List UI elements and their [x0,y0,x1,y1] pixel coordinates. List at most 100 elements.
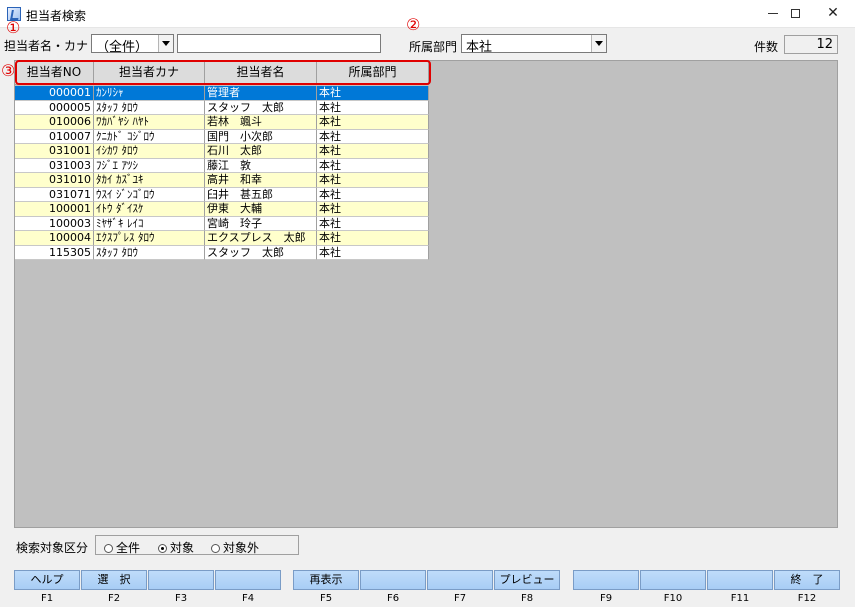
fkey-f5-button[interactable]: 再表示 [293,570,359,590]
radio-non-target[interactable]: 対象外 [211,539,259,556]
radio-target[interactable]: 対象 [158,539,194,556]
filter-radio-group: 全件 対象 対象外 [95,535,299,555]
table-row[interactable]: 031010 ﾀｶｲ ｶｽﾞﾕｷ 高井 和幸 本社 [15,173,429,188]
dept-value: 本社 [466,40,493,55]
cell-dept: 本社 [317,187,429,202]
cell-kana: ｳｽｲ ｼﾞﾝｺﾞﾛｳ [94,187,205,202]
table-row[interactable]: 100003 ﾐﾔｻﾞｷ ﾚｲｺ 宮崎 玲子 本社 [15,216,429,231]
table-row[interactable]: 031001 ｲｼｶﾜ ﾀﾛｳ 石川 太郎 本社 [15,144,429,159]
table-row[interactable]: 100004 ｴｸｽﾌﾟﾚｽ ﾀﾛｳ エクスプレス 太郎 本社 [15,231,429,246]
fkey-f8-button[interactable]: プレビュー [494,570,560,590]
fkey-f3-button[interactable] [148,570,214,590]
title-bar: 担当者検索 ✕ [0,0,855,28]
cell-dept: 本社 [317,202,429,217]
cell-name: エクスプレス 太郎 [205,231,317,246]
close-icon: ✕ [827,5,839,21]
chevron-down-icon[interactable] [158,35,173,52]
header-highlight-box [15,60,431,85]
fkey-f12-button[interactable]: 終 了 [774,570,840,590]
fkey-f9-label: F9 [599,593,613,604]
radio-all-dot [104,544,113,553]
radio-all-label: 全件 [116,541,141,555]
table-row[interactable]: 115305 ｽﾀｯﾌ ﾀﾛｳ スタッフ 太郎 本社 [15,245,429,260]
fkey-f1-label: F1 [40,593,54,604]
table-row[interactable]: 031003 ﾌｼﾞｴ ｱﾂｼ 藤江 敦本社 [15,158,429,173]
grid-body: 000001 ｶﾝﾘｼｬ 管理者 本社 000005 ｽﾀｯﾌ ﾀﾛｳ スタッフ 太郎 本社 0… [15,86,429,260]
fkey-f10-button[interactable] [640,570,706,590]
radio-non-target-label: 対象外 [223,541,260,555]
fkey-f7-button[interactable] [427,570,493,590]
name-search-input[interactable] [177,34,381,53]
results-grid[interactable]: 担当者NO 担当者カナ 担当者名 所属部門 000001 ｶﾝﾘｼｬ 管理者 本社 00… [14,60,838,528]
maximize-icon [791,9,800,18]
cell-no: 100003 [15,216,94,231]
cell-kana: ｽﾀｯﾌ ﾀﾛｳ [94,100,205,115]
cell-name: スタッフ 太郎 [205,245,317,260]
name-mode-value: （全件） [96,40,149,55]
cell-name: 高井 和幸 [205,173,317,188]
cell-no: 000005 [15,100,94,115]
cell-name: スタッフ 太郎 [205,100,317,115]
fkey-f4-button[interactable] [215,570,281,590]
radio-all[interactable]: 全件 [104,539,140,556]
cell-no: 031001 [15,144,94,159]
cell-name: 宮崎 玲子 [205,216,317,231]
cell-kana: ｸﾆｶﾄﾞ ｺｼﾞﾛｳ [94,129,205,144]
count-value: 12 [784,35,838,54]
chevron-down-icon[interactable] [591,35,606,52]
fkey-f8-label: F8 [520,593,534,604]
marker-2: ② [406,15,421,34]
cell-kana: ﾌｼﾞｴ ｱﾂｼ [94,158,205,173]
table-row[interactable]: 010006 ﾜｶﾊﾞﾔｼ ﾊﾔﾄ 若林 颯斗 本社 [15,115,429,130]
filter-label: 検索対象区分 [16,541,89,555]
fkey-f5-label: F5 [319,593,333,604]
table-row[interactable]: 000005 ｽﾀｯﾌ ﾀﾛｳ スタッフ 太郎 本社 [15,100,429,115]
count-label: 件数 [754,40,779,54]
cell-name: 若林 颯斗 [205,115,317,130]
marker-1: ① [6,18,21,37]
cell-no: 000001 [15,86,94,101]
window-title: 担当者検索 [26,9,87,23]
fkey-f12-label: F12 [797,593,817,604]
fkey-f11-label: F11 [730,593,750,604]
fkey-f9-button[interactable] [573,570,639,590]
cell-dept: 本社 [317,100,429,115]
cell-dept: 本社 [317,245,429,260]
cell-dept: 本社 [317,173,429,188]
table-row[interactable]: 100001 ｲﾄｳ ﾀﾞｲｽｹ 伊東 大輔 本社 [15,202,429,217]
fkey-f6-button[interactable] [360,570,426,590]
cell-no: 031071 [15,187,94,202]
fkey-f11-button[interactable] [707,570,773,590]
name-mode-select[interactable]: （全件） [91,34,174,55]
cell-kana: ｲﾄｳ ﾀﾞｲｽｹ [94,202,205,217]
cell-name: 藤江 敦 [205,158,317,173]
cell-name: 国門 小次郎 [205,129,317,144]
fkey-f2-label: F2 [107,593,121,604]
cell-dept: 本社 [317,115,429,130]
fkey-f1-button[interactable]: ヘルプ [14,570,80,590]
cell-dept: 本社 [317,158,429,173]
cell-kana: ｶﾝﾘｼｬ [94,86,205,101]
cell-name: 臼井 甚五郎 [205,187,317,202]
fkey-f2-button[interactable]: 選 択 [81,570,147,590]
table-row[interactable]: 031071 ｳｽｲ ｼﾞﾝｺﾞﾛｳ 臼井 甚五郎 本社 [15,187,429,202]
cell-name: 石川 太郎 [205,144,317,159]
cell-no: 100001 [15,202,94,217]
function-key-bar: ヘルプ F1 選 択 F2 F3 F4 再表示 F5 F6 F7 プレビュー F8 F9 F10 F11 終 … [14,570,842,607]
table-row[interactable]: 000001 ｶﾝﾘｼｬ 管理者 本社 [15,86,429,101]
close-button[interactable]: ✕ [811,0,855,28]
cell-dept: 本社 [317,216,429,231]
cell-kana: ｲｼｶﾜ ﾀﾛｳ [94,144,205,159]
radio-target-dot [158,544,167,553]
cell-dept: 本社 [317,129,429,144]
dept-label: 所属部門 [409,40,458,54]
table-row[interactable]: 010007 ｸﾆｶﾄﾞ ｺｼﾞﾛｳ 国門 小次郎 本社 [15,129,429,144]
dept-select[interactable]: 本社 [461,34,607,55]
cell-no: 010006 [15,115,94,130]
fkey-f10-label: F10 [663,593,683,604]
cell-kana: ﾀｶｲ ｶｽﾞﾕｷ [94,173,205,188]
cell-no: 115305 [15,245,94,260]
fkey-f3-label: F3 [174,593,188,604]
name-kana-label: 担当者名・カナ [4,39,89,53]
cell-dept: 本社 [317,231,429,246]
